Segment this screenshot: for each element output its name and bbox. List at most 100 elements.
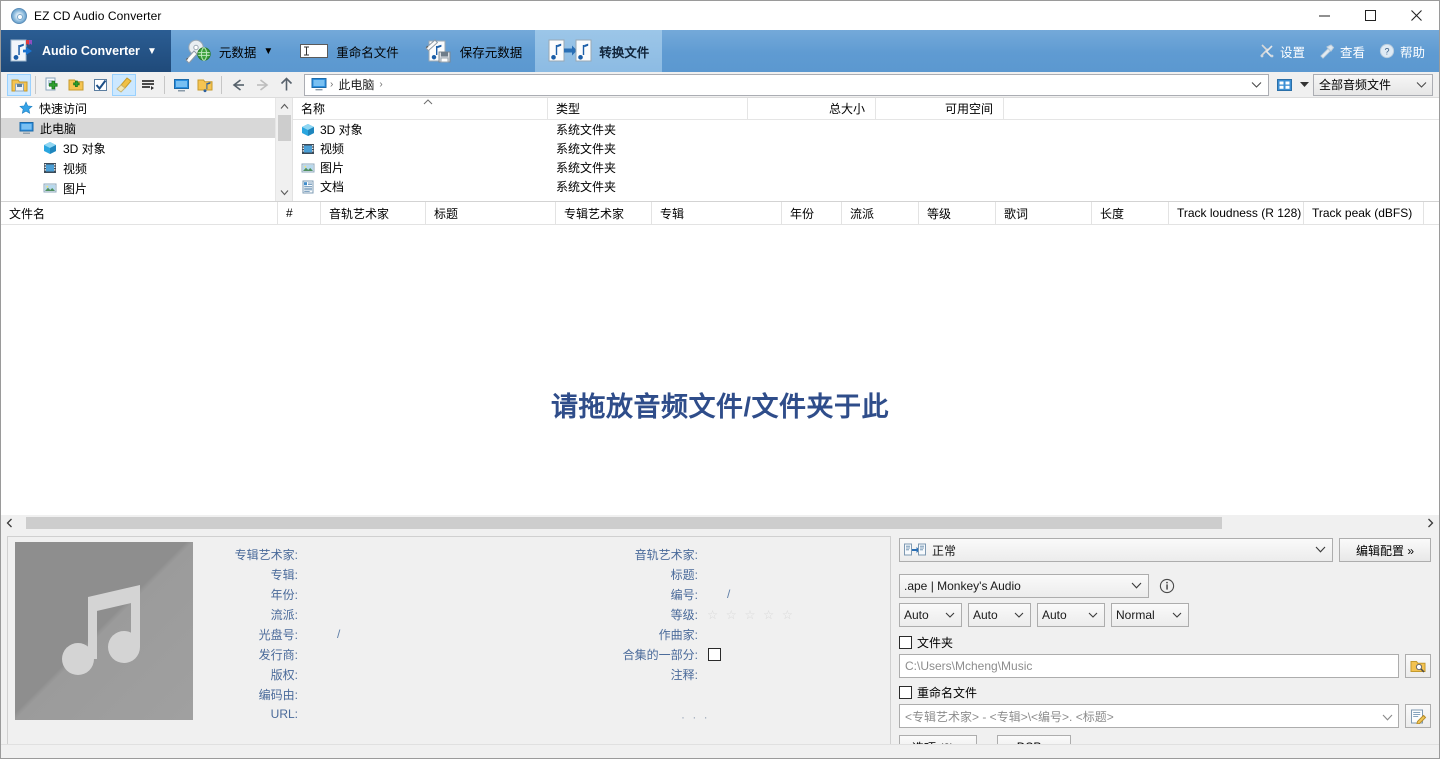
album-art-placeholder[interactable] [15,542,193,720]
breadcrumb-separator-2[interactable]: › [379,79,382,90]
tree-scroll-down-icon[interactable] [276,184,293,201]
sidebar-item-3d-objects[interactable]: 3D 对象 [1,138,292,158]
breadcrumb-this-pc[interactable]: 此电脑 [336,76,376,93]
field-year[interactable]: 年份: [193,584,503,604]
field-composer[interactable]: 作曲家: [503,624,863,644]
sidebar-item-videos[interactable]: 视频 [1,158,292,178]
tree-scroll-up-icon[interactable] [276,98,293,115]
folder-col-type[interactable]: 类型 [548,98,748,120]
folder-col-name[interactable]: 名称 [293,98,548,120]
chevron-down-icon[interactable] [1014,610,1026,620]
metadata-more-row[interactable]: · · · [503,684,863,724]
samplerate-combo[interactable]: Auto [899,603,962,627]
tree-scrollbar[interactable] [275,98,292,201]
select-all-button[interactable] [88,74,112,96]
field-title[interactable]: 标题: [503,564,863,584]
nav-back-button[interactable] [226,74,250,96]
column-year[interactable]: 年份 [782,202,842,224]
show-music-folder-button[interactable] [193,74,217,96]
field-comment[interactable]: 注释: [503,664,863,684]
column-track-peak[interactable]: Track peak (dBFS) [1304,202,1424,224]
sidebar-item-pictures[interactable]: 图片 [1,178,292,198]
folder-row-documents[interactable]: 文档 系统文件夹 [293,177,1439,196]
list-lines-button[interactable] [136,74,160,96]
view-mode-button[interactable] [1271,74,1297,96]
view-button[interactable]: 查看 [1319,42,1365,61]
output-folder-checkbox-row[interactable]: 文件夹 [899,634,1431,651]
field-url[interactable]: URL: [193,704,503,724]
compression-combo[interactable]: Normal [1111,603,1189,627]
tab-metadata[interactable]: 元数据 ▼ [171,30,286,72]
tree-scroll-thumb[interactable] [277,115,291,141]
add-file-button[interactable] [40,74,64,96]
part-of-compilation-checkbox[interactable] [708,647,721,661]
column-genre[interactable]: 流派 [842,202,919,224]
rating-stars[interactable]: ☆ ☆ ☆ ☆ ☆ [703,607,795,622]
open-folder-button[interactable] [7,73,31,96]
output-folder-input[interactable]: C:\Users\Mcheng\Music [899,654,1399,678]
chevron-down-icon[interactable] [1172,610,1184,620]
hscroll-right-icon[interactable] [1422,515,1439,531]
field-rating[interactable]: 等级: ☆ ☆ ☆ ☆ ☆ [503,604,863,624]
column-filename[interactable]: 文件名 [1,202,278,224]
hscroll-thumb[interactable] [26,517,1222,529]
column-track-loudness[interactable]: Track loudness (R 128) [1169,202,1304,224]
rename-files-checkbox-row[interactable]: 重命名文件 [899,684,1431,701]
field-part-of-compilation[interactable]: 合集的一部分: [503,644,863,664]
browse-folder-button[interactable] [1405,654,1431,678]
chevron-down-icon[interactable] [1382,710,1393,724]
tab-rename-files[interactable]: 重命名文件 [286,30,412,72]
field-encoded-by[interactable]: 编码由: [193,684,503,704]
rename-pattern-input[interactable]: <专辑艺术家> - <专辑>\<编号>. <标题> [899,704,1399,728]
tree-scroll-track[interactable] [275,141,292,184]
folder-row-3d-objects[interactable]: 3D 对象 系统文件夹 [293,120,1439,139]
track-list[interactable]: 文件名 # 音轨艺术家 标题 专辑艺术家 专辑 年份 流派 等级 歌词 长度 T… [1,201,1439,531]
field-album[interactable]: 专辑: [193,564,503,584]
tab-convert-files[interactable]: 转换文件 [535,30,663,72]
metadata-more-indicator[interactable]: · · · [681,710,710,724]
channels-combo[interactable]: Auto [1037,603,1105,627]
edit-rename-pattern-button[interactable] [1405,704,1431,728]
bitdepth-combo[interactable]: Auto [968,603,1031,627]
address-bar[interactable]: › 此电脑 › [304,73,1269,96]
chevron-down-icon[interactable] [945,610,957,620]
column-lyrics[interactable]: 歌词 [996,202,1092,224]
column-number[interactable]: # [278,202,321,224]
output-format-combo[interactable]: .ape | Monkey's Audio [899,574,1149,598]
sidebar-item-quick-access[interactable]: 快速访问 [1,98,292,118]
field-track-artist[interactable]: 音轨艺术家: [503,544,863,564]
info-circle-icon[interactable] [1159,578,1175,594]
help-button[interactable]: ? 帮助 [1379,42,1425,61]
view-mode-caret-icon[interactable] [1297,74,1311,96]
field-copyright[interactable]: 版权: [193,664,503,684]
tab-audio-converter[interactable]: Audio Converter ▼ [1,30,171,72]
track-list-body[interactable]: 请拖放音频文件/文件夹于此 [1,225,1439,515]
folder-list-pane[interactable]: 名称 类型 总大小 可用空间 3D 对象 系统文件夹 视频 系统文件夹 图片 系… [293,98,1439,201]
chevron-down-icon[interactable] [1315,545,1328,555]
chevron-down-icon[interactable] [1131,581,1144,591]
address-dropdown-caret[interactable] [1251,75,1262,95]
column-album[interactable]: 专辑 [652,202,782,224]
folder-col-free-space[interactable]: 可用空间 [876,98,1004,120]
rename-files-checkbox[interactable] [899,686,912,699]
output-folder-checkbox[interactable] [899,636,912,649]
hscroll-left-icon[interactable] [1,515,18,531]
maximize-button[interactable] [1347,1,1393,30]
chevron-down-icon[interactable] [1088,610,1100,620]
minimize-button[interactable] [1301,1,1347,30]
column-title[interactable]: 标题 [426,202,556,224]
field-album-artist[interactable]: 专辑艺术家: [193,544,503,564]
close-button[interactable] [1393,1,1439,30]
settings-button[interactable]: 设置 [1259,42,1305,61]
field-disc-number[interactable]: 光盘号: / [193,624,503,644]
show-computer-button[interactable] [169,74,193,96]
folder-col-total-size[interactable]: 总大小 [748,98,876,120]
folder-row-pictures[interactable]: 图片 系统文件夹 [293,158,1439,177]
field-publisher[interactable]: 发行商: [193,644,503,664]
hscroll-track[interactable] [18,515,1422,531]
folder-tree[interactable]: 快速访问 此电脑 3D 对象 视频 图片 [1,98,293,201]
tab-save-metadata[interactable]: 保存元数据 [412,30,536,72]
file-filter-combo[interactable]: 全部音频文件 [1313,73,1433,96]
folder-row-videos[interactable]: 视频 系统文件夹 [293,139,1439,158]
sidebar-item-this-pc[interactable]: 此电脑 [1,118,292,138]
